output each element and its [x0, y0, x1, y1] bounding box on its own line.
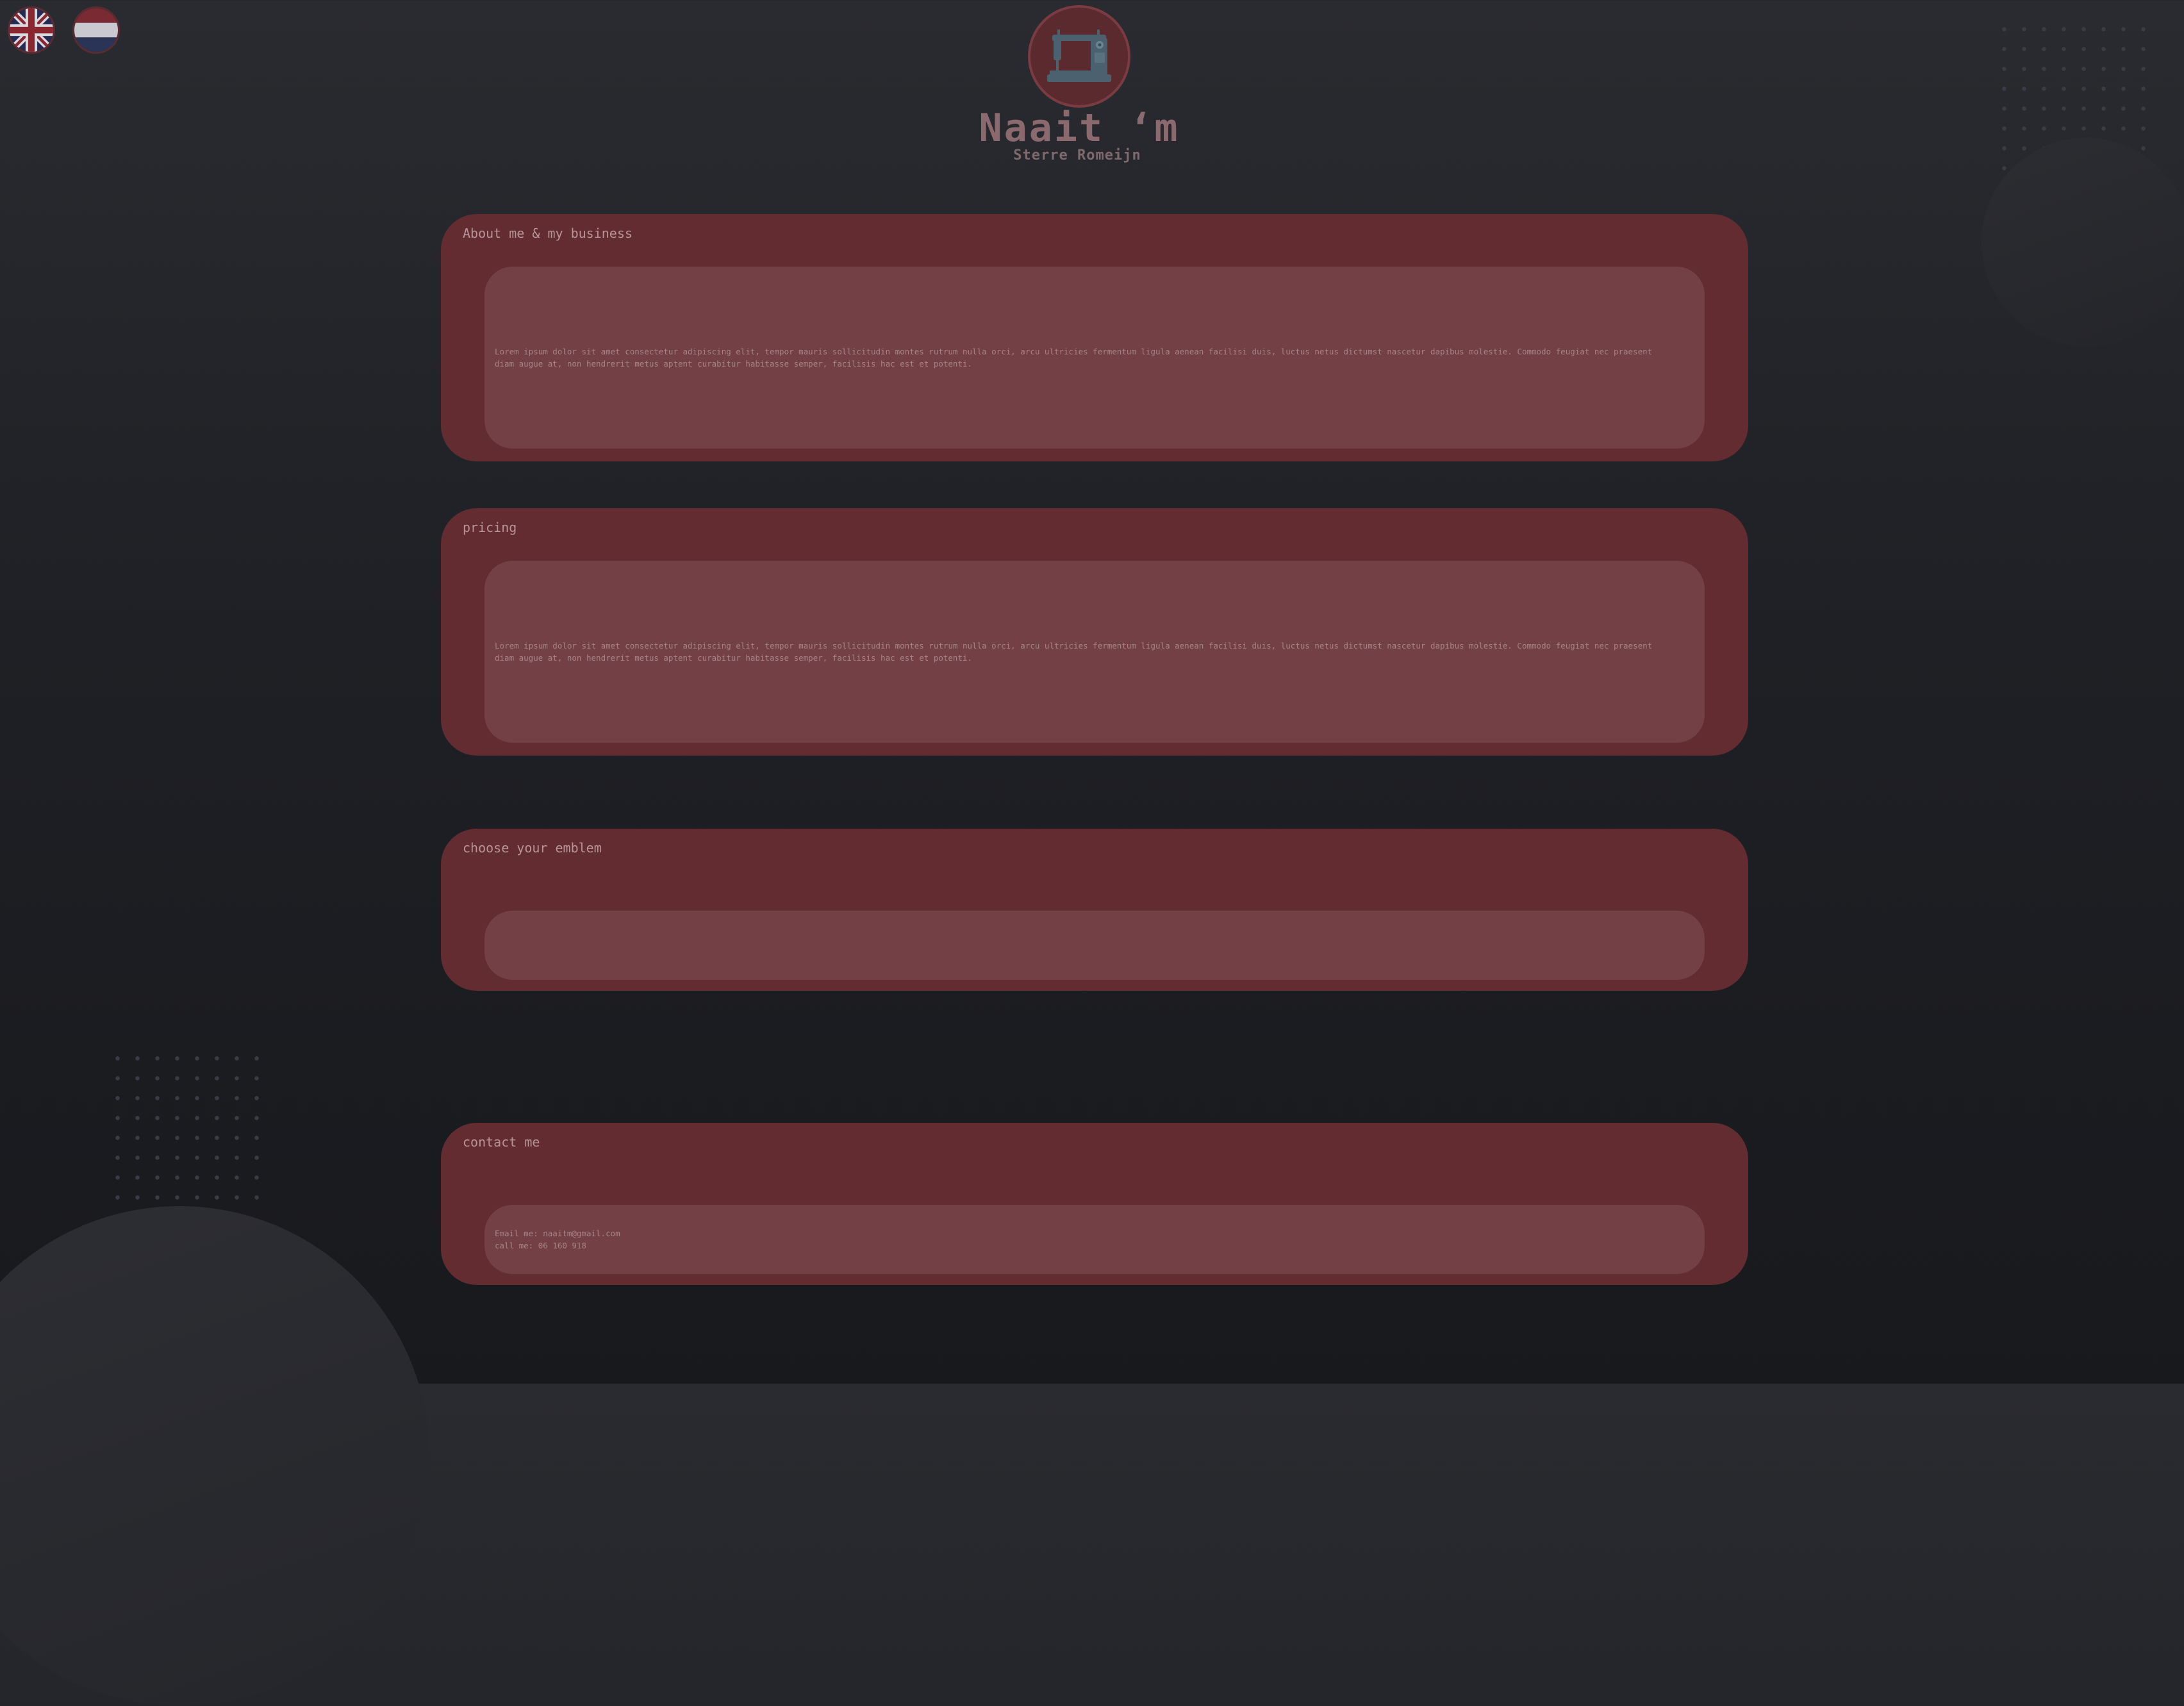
section-content: Email me: naaitm@gmail.com call me: 06 1… [484, 1205, 1705, 1274]
contact-section: contact me Email me: naaitm@gmail.com ca… [441, 1123, 1748, 1285]
emblem-section: choose your emblem [441, 829, 1748, 991]
language-english-button[interactable] [8, 6, 55, 54]
section-title: About me & my business [463, 226, 633, 241]
section-title: pricing [463, 520, 517, 535]
decorative-circle [1981, 138, 2184, 347]
logo [1028, 5, 1130, 108]
site-subtitle: Sterre Romeijn [1013, 147, 1141, 163]
contact-email[interactable]: Email me: naaitm@gmail.com [495, 1227, 620, 1239]
language-dutch-button[interactable] [72, 6, 120, 54]
emblem-options[interactable] [484, 911, 1705, 980]
decorative-dot-grid [108, 1048, 261, 1209]
contact-details: Email me: naaitm@gmail.com call me: 06 1… [495, 1227, 620, 1252]
contact-phone[interactable]: call me: 06 160 918 [495, 1239, 620, 1252]
decorative-circle [0, 1206, 429, 1706]
section-title: choose your emblem [463, 840, 602, 856]
pricing-section: pricing Lorem ipsum dolor sit amet conse… [441, 508, 1748, 756]
nl-flag-icon [74, 8, 118, 52]
section-content: Lorem ipsum dolor sit amet consectetur a… [484, 267, 1705, 449]
section-content: Lorem ipsum dolor sit amet consectetur a… [484, 561, 1705, 743]
about-section: About me & my business Lorem ipsum dolor… [441, 214, 1748, 461]
sewing-machine-icon [1047, 29, 1111, 82]
section-title: contact me [463, 1134, 540, 1150]
pricing-text: Lorem ipsum dolor sit amet consectetur a… [495, 641, 1653, 663]
about-text: Lorem ipsum dolor sit amet consectetur a… [495, 347, 1653, 369]
uk-flag-icon [10, 8, 53, 52]
